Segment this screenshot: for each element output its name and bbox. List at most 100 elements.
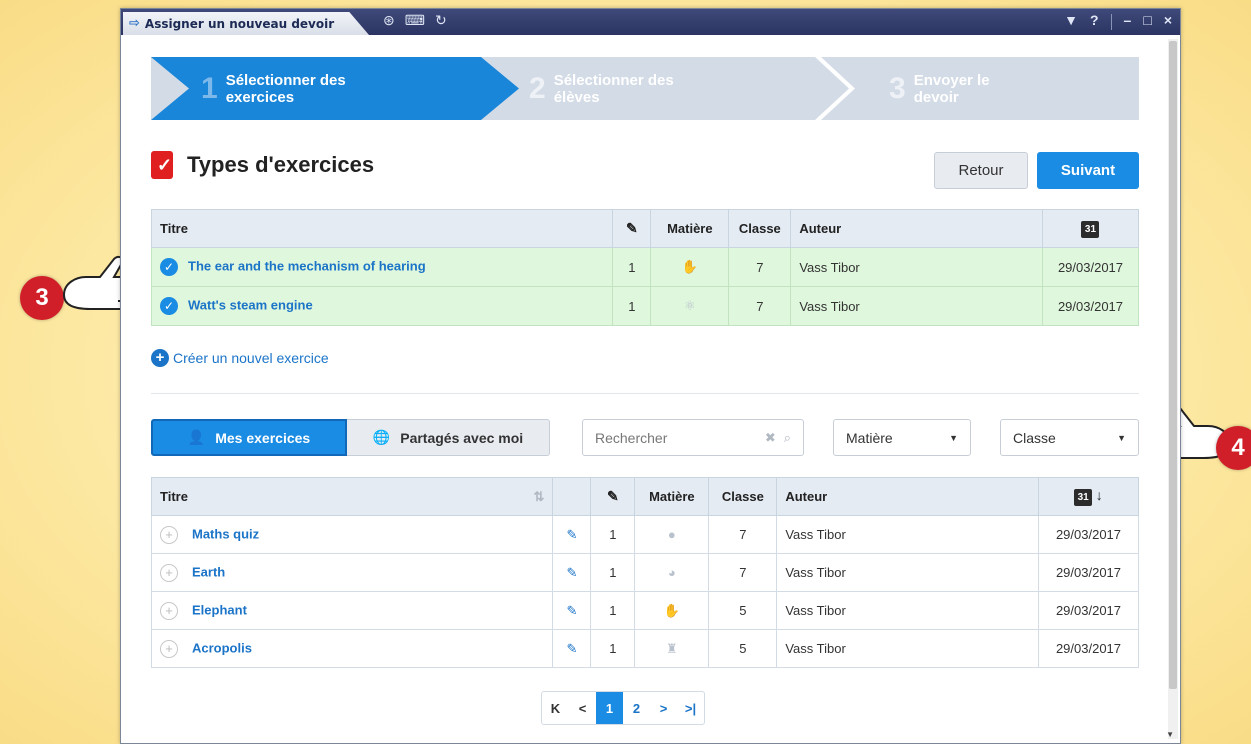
add-icon[interactable]: + [160, 525, 178, 544]
caret-down-icon: ▼ [1117, 432, 1126, 443]
date-cell: 29/03/2017 [1037, 591, 1140, 630]
exercise-link[interactable]: Earth [192, 564, 225, 579]
col-class[interactable]: Classe [708, 477, 778, 516]
sort-desc-icon[interactable]: ↓ [1096, 487, 1103, 503]
back-button[interactable]: Retour [934, 152, 1028, 189]
last-page-button[interactable]: >| [677, 692, 704, 724]
create-exercise-link[interactable]: + Créer un nouvel exercice [151, 349, 329, 367]
caret-down-icon: ▼ [949, 432, 958, 443]
wizard-steps: 2 Sélectionner des élèves 3 Envoyer le dev… [151, 57, 1139, 120]
next-page-button[interactable]: > [650, 692, 677, 724]
window-tab[interactable]: ⇨ Assigner un nouveau devoir [123, 12, 369, 35]
pagination: K < 1 2 > >| [541, 691, 705, 725]
col-subject[interactable]: Matière [634, 477, 710, 516]
edit-pencil-icon[interactable]: ✎ [566, 565, 577, 580]
date-cell: 29/03/2017 [1037, 515, 1140, 554]
class-dropdown[interactable]: Classe ▼ [1000, 419, 1139, 456]
class-cell: 5 [708, 629, 778, 668]
help-icon[interactable]: ? [1090, 12, 1099, 30]
clear-icon[interactable]: ✖ [765, 430, 776, 446]
hand-icon: ✋ [663, 602, 680, 618]
search-icon[interactable]: ⌕ [784, 430, 791, 446]
step-number: 1 [201, 71, 218, 105]
refresh-icon[interactable]: ↻ [435, 12, 447, 29]
table-row[interactable]: + Elephant ✎ 1 ✋ 5 Vass Tibor 29/03/2017 [150, 591, 1140, 630]
table-row[interactable]: + Maths quiz ✎ 1 ● 7 Vass Tibor 29/03/201… [150, 515, 1140, 554]
title-bar: ⇨ Assigner un nouveau devoir ⊛ ⌨ ↻ ▼ ? –… [121, 9, 1180, 35]
maximize-icon[interactable]: □ [1143, 12, 1151, 30]
count-cell: 1 [590, 629, 636, 668]
calendar-icon: 31 [1081, 220, 1100, 238]
exercise-link[interactable]: Acropolis [192, 640, 252, 655]
window-controls: ▼ ? – □ × [1064, 12, 1172, 30]
exercise-link[interactable]: The ear and the mechanism of hearing [188, 258, 426, 273]
table-row[interactable]: ✓ Watt's steam engine 1 ⚛ 7 Vass Tibor 29… [150, 286, 1140, 326]
author-cell: Vass Tibor [776, 591, 1039, 630]
table-row[interactable]: + Acropolis ✎ 1 ♜ 5 Vass Tibor 29/03/2017 [150, 629, 1140, 668]
minimize-icon[interactable]: – [1124, 12, 1132, 30]
exercise-source-tabs: 👤 Mes exercices 🌐 Partagés avec moi [151, 419, 550, 456]
globe-icon: ◕ [667, 565, 676, 580]
edit-pencil-icon[interactable]: ✎ [566, 527, 577, 542]
clipboard-check-icon [151, 151, 173, 179]
wizard-step-3[interactable]: 3 Envoyer le devoir [853, 57, 1139, 120]
col-subject[interactable]: Matière [650, 209, 730, 248]
edit-doc-icon: ✎ [626, 220, 638, 236]
wizard-step-1[interactable]: 1 Sélectionner des exercices [151, 57, 519, 120]
help-circle-icon[interactable]: ⊛ [383, 12, 395, 29]
col-author[interactable]: Auteur [790, 209, 1043, 248]
class-cell: 7 [708, 515, 778, 554]
col-title[interactable]: Titre ⇅ [150, 477, 554, 516]
close-icon[interactable]: × [1164, 12, 1172, 30]
menu-dropdown-icon[interactable]: ▼ [1064, 12, 1078, 30]
page-2-button[interactable]: 2 [623, 692, 650, 724]
step-number: 3 [889, 71, 906, 105]
globe-icon: ● [667, 527, 676, 542]
col-count[interactable]: ✎ [590, 477, 636, 516]
author-cell: Vass Tibor [776, 553, 1039, 592]
assign-icon: ⇨ [129, 16, 140, 31]
table-row[interactable]: ✓ The ear and the mechanism of hearing 1 … [150, 247, 1140, 287]
check-icon[interactable]: ✓ [160, 297, 178, 315]
col-date[interactable]: 31 [1041, 209, 1140, 248]
edit-pencil-icon[interactable]: ✎ [566, 603, 577, 618]
create-exercise-label: Créer un nouvel exercice [173, 350, 329, 366]
tab-my-exercises[interactable]: 👤 Mes exercices [151, 419, 347, 456]
user-icon: 👤 [187, 429, 206, 445]
table-row[interactable]: + Earth ✎ 1 ◕ 7 Vass Tibor 29/03/2017 [150, 553, 1140, 592]
edit-doc-icon: ✎ [607, 488, 619, 504]
keyboard-icon[interactable]: ⌨ [405, 12, 425, 29]
sort-icon[interactable]: ⇅ [534, 489, 545, 505]
col-class[interactable]: Classe [728, 209, 792, 248]
col-author[interactable]: Auteur [776, 477, 1039, 516]
helmet-icon: ♜ [666, 640, 678, 656]
count-cell: 1 [590, 591, 636, 630]
calendar-icon: 31 [1074, 489, 1093, 506]
search-input[interactable]: Rechercher ✖ ⌕ [582, 419, 804, 456]
page-1-button[interactable]: 1 [596, 692, 623, 724]
scrollbar[interactable]: ▼ [1166, 39, 1178, 739]
col-count[interactable]: ✎ [612, 209, 652, 248]
next-button[interactable]: Suivant [1037, 152, 1139, 189]
globe-icon: 🌐 [372, 429, 391, 445]
check-icon[interactable]: ✓ [160, 258, 178, 276]
col-date[interactable]: 31 ↓ [1037, 477, 1140, 516]
scroll-down-icon[interactable]: ▼ [1166, 730, 1174, 739]
step-label: Sélectionner des élèves [553, 71, 674, 106]
subject-dropdown[interactable]: Matière ▼ [833, 419, 971, 456]
tab-label: Partagés avec moi [400, 429, 524, 446]
add-icon[interactable]: + [160, 601, 178, 620]
add-icon[interactable]: + [160, 639, 178, 658]
prev-page-button[interactable]: < [569, 692, 596, 724]
tab-shared-with-me[interactable]: 🌐 Partagés avec moi [347, 419, 550, 456]
add-icon[interactable]: + [160, 563, 178, 582]
scroll-thumb[interactable] [1169, 41, 1177, 689]
col-title[interactable]: Titre [150, 209, 614, 248]
wizard-step-2[interactable]: 2 Sélectionner des élèves [489, 57, 857, 120]
exercise-link[interactable]: Watt's steam engine [188, 297, 313, 312]
exercise-link[interactable]: Elephant [192, 602, 247, 617]
exercise-link[interactable]: Maths quiz [192, 526, 259, 541]
edit-pencil-icon[interactable]: ✎ [566, 641, 577, 656]
search-placeholder: Rechercher [595, 429, 668, 446]
first-page-button[interactable]: K [542, 692, 569, 724]
